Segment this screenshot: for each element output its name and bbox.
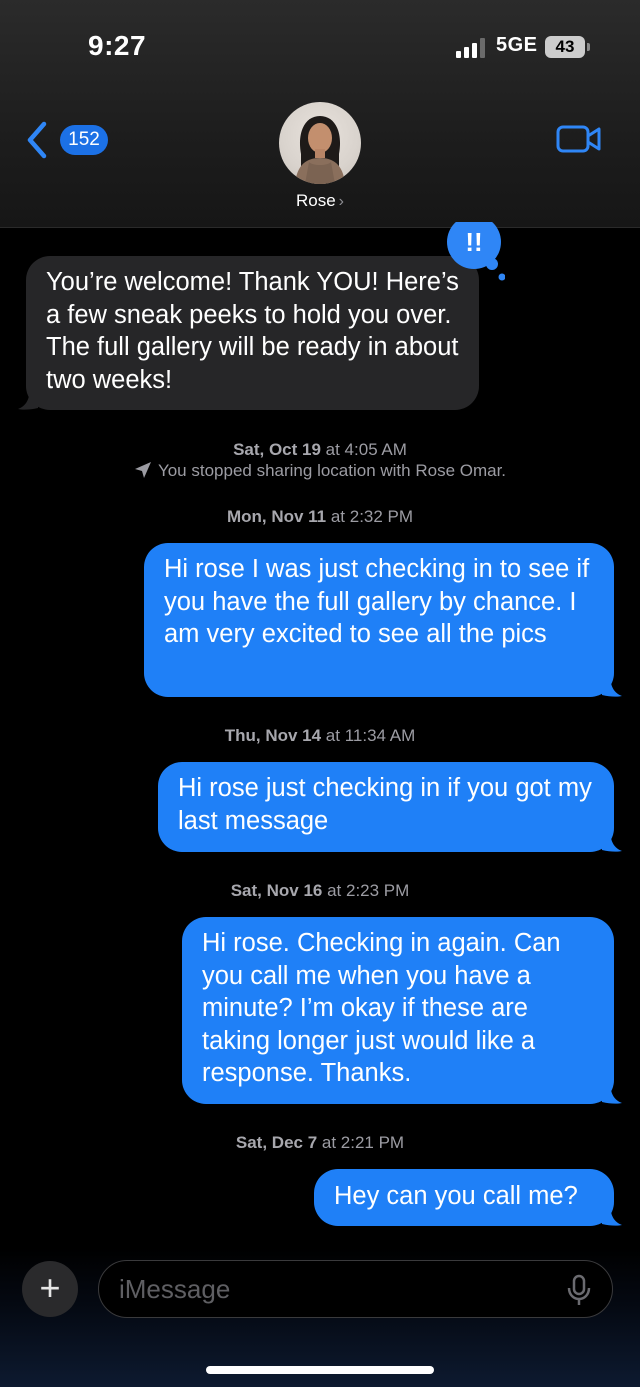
contact-name[interactable]: Rose › (0, 191, 640, 211)
bubble-tail (602, 677, 622, 697)
timestamp-time: at 2:21 PM (317, 1133, 405, 1152)
microphone-icon[interactable] (566, 1274, 592, 1306)
message-bubble-outgoing[interactable]: Hi rose I was just checking in to see if… (144, 543, 614, 697)
timestamp-day: Sat, Nov 16 (230, 881, 323, 900)
facetime-video-icon[interactable] (556, 124, 602, 154)
home-indicator[interactable] (206, 1366, 434, 1374)
timestamp: Thu, Nov 14 at 11:34 AM (0, 726, 640, 746)
exclamation-tapback-icon[interactable]: !! (447, 222, 505, 284)
location-notice-text: You stopped sharing location with Rose O… (157, 461, 507, 480)
timestamp: Sat, Oct 19 at 4:05 AM (0, 440, 640, 460)
timestamp-time: at 11:34 AM (321, 726, 416, 745)
cellular-signal-icon (456, 38, 488, 58)
network-type: 5GE (496, 34, 538, 56)
message-bubble-outgoing[interactable]: Hi rose just checking in if you got my l… (158, 762, 614, 852)
location-arrow-icon (134, 462, 151, 478)
timestamp-day: Mon, Nov 11 (226, 507, 327, 526)
timestamp-time: at 2:32 PM (326, 507, 414, 526)
reaction-glyph: !! (465, 227, 482, 257)
timestamp: Sat, Dec 7 at 2:21 PM (0, 1133, 640, 1153)
timestamp-day: Thu, Nov 14 (224, 726, 322, 745)
timestamp-day: Sat, Oct 19 (233, 440, 321, 459)
message-bubble-outgoing[interactable]: Hey can you call me? (314, 1169, 614, 1226)
unread-count-badge[interactable]: 152 (60, 125, 108, 155)
contact-name-label: Rose (295, 191, 336, 210)
message-input[interactable]: iMessage (98, 1260, 613, 1318)
timestamp-time: at 2:23 PM (322, 881, 410, 900)
bubble-tail (602, 832, 622, 852)
bubble-tail (602, 1084, 622, 1104)
bubble-tail (18, 390, 38, 410)
back-chevron-icon[interactable] (24, 120, 54, 160)
timestamp: Mon, Nov 11 at 2:32 PM (0, 507, 640, 527)
chevron-right-icon: › (338, 193, 344, 210)
message-bubble-incoming[interactable]: You’re welcome! Thank YOU! Here’s a few … (26, 256, 479, 410)
bubble-tail (602, 1206, 622, 1226)
message-bubble-outgoing[interactable]: Hi rose. Checking in again. Can you call… (182, 917, 614, 1104)
conversation-header: 9:27 5GE 43 152 Rose › (0, 0, 640, 228)
location-notice: You stopped sharing location with Rose O… (0, 461, 640, 481)
timestamp: Sat, Nov 16 at 2:23 PM (0, 881, 640, 901)
battery-icon: 43 (545, 36, 590, 58)
timestamp-time: at 4:05 AM (320, 440, 407, 459)
contact-avatar[interactable] (279, 102, 361, 184)
plus-apps-button[interactable]: + (22, 1261, 78, 1317)
timestamp-day: Sat, Dec 7 (235, 1133, 318, 1152)
status-time: 9:27 (88, 30, 147, 61)
message-input-placeholder: iMessage (119, 1274, 231, 1304)
